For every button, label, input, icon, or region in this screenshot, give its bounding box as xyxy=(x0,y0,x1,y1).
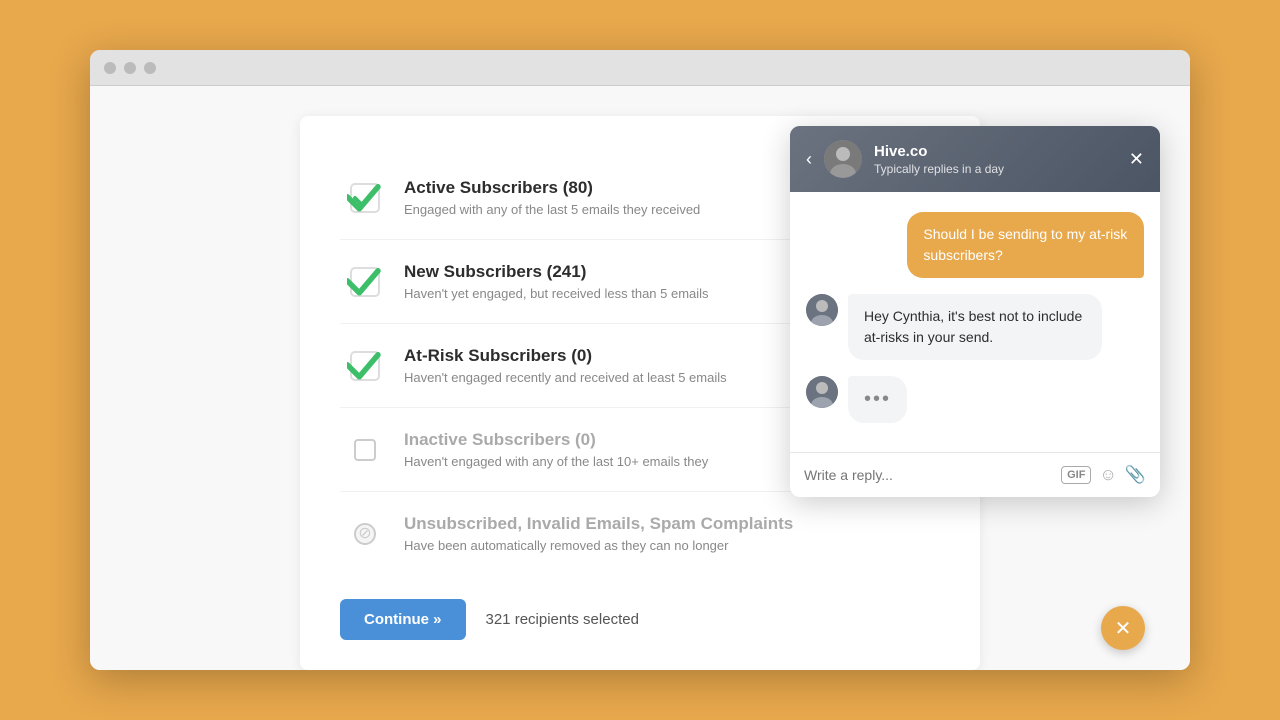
subscriber-title: Unsubscribed, Invalid Emails, Spam Compl… xyxy=(404,514,940,534)
chat-status: Typically replies in a day xyxy=(874,162,1117,176)
chat-close-button[interactable]: ✕ xyxy=(1129,150,1144,168)
list-item: ⊘ Unsubscribed, Invalid Emails, Spam Com… xyxy=(340,492,940,575)
subscriber-desc: Have been automatically removed as they … xyxy=(404,538,940,553)
checkmark-icon xyxy=(347,348,383,384)
attach-button[interactable]: 📎 xyxy=(1125,465,1146,485)
chat-message-received-container: Hey Cynthia, it's best not to include at… xyxy=(806,294,1144,360)
chat-typing-container: ••• xyxy=(806,376,1144,423)
chat-body: Should I be sending to my at-risk subscr… xyxy=(790,192,1160,452)
emoji-button[interactable]: ☺ xyxy=(1099,465,1116,485)
chat-widget: ‹ Hive.co Typically replies in a day ✕ xyxy=(790,126,1160,497)
disabled-checkbox-icon: ⊘ xyxy=(354,523,376,545)
chat-header: ‹ Hive.co Typically replies in a day ✕ xyxy=(790,126,1160,192)
chat-typing-indicator: ••• xyxy=(848,376,907,423)
main-footer: Continue » 321 recipients selected xyxy=(340,599,940,640)
recipients-count: 321 recipients selected xyxy=(486,611,639,628)
chat-back-button[interactable]: ‹ xyxy=(806,150,812,168)
checkbox-at-risk[interactable] xyxy=(340,348,390,384)
chat-reply-input[interactable] xyxy=(804,467,1051,483)
checkbox-new[interactable] xyxy=(340,264,390,300)
chat-message-received: Hey Cynthia, it's best not to include at… xyxy=(848,294,1102,360)
chat-message-sent: Should I be sending to my at-risk subscr… xyxy=(907,212,1144,278)
gif-button[interactable]: GIF xyxy=(1061,466,1091,484)
chat-footer: GIF ☺ 📎 xyxy=(790,452,1160,497)
chat-agent-avatar xyxy=(806,294,838,326)
floating-close-button[interactable]: ✕ xyxy=(1101,606,1145,650)
browser-window: Active Subscribers (80) Engaged with any… xyxy=(90,50,1190,670)
chat-name: Hive.co xyxy=(874,143,1117,160)
browser-titlebar xyxy=(90,50,1190,86)
checkbox-active[interactable] xyxy=(340,180,390,216)
subscriber-text: Unsubscribed, Invalid Emails, Spam Compl… xyxy=(404,514,940,553)
browser-dot-yellow xyxy=(124,62,136,74)
chat-header-info: Hive.co Typically replies in a day xyxy=(874,143,1117,176)
avatar-image xyxy=(824,140,862,178)
checkbox-inactive[interactable] xyxy=(340,439,390,461)
continue-button[interactable]: Continue » xyxy=(340,599,466,640)
chat-avatar xyxy=(824,140,862,178)
chat-agent-avatar-2 xyxy=(806,376,838,408)
browser-dot-green xyxy=(144,62,156,74)
checkmark-icon xyxy=(347,264,383,300)
checkbox-unsubscribed: ⊘ xyxy=(340,523,390,545)
checkmark-icon xyxy=(347,180,383,216)
browser-content: Active Subscribers (80) Engaged with any… xyxy=(90,86,1190,670)
browser-dot-red xyxy=(104,62,116,74)
chat-footer-icons: GIF ☺ 📎 xyxy=(1061,465,1146,485)
empty-checkbox-icon xyxy=(354,439,376,461)
